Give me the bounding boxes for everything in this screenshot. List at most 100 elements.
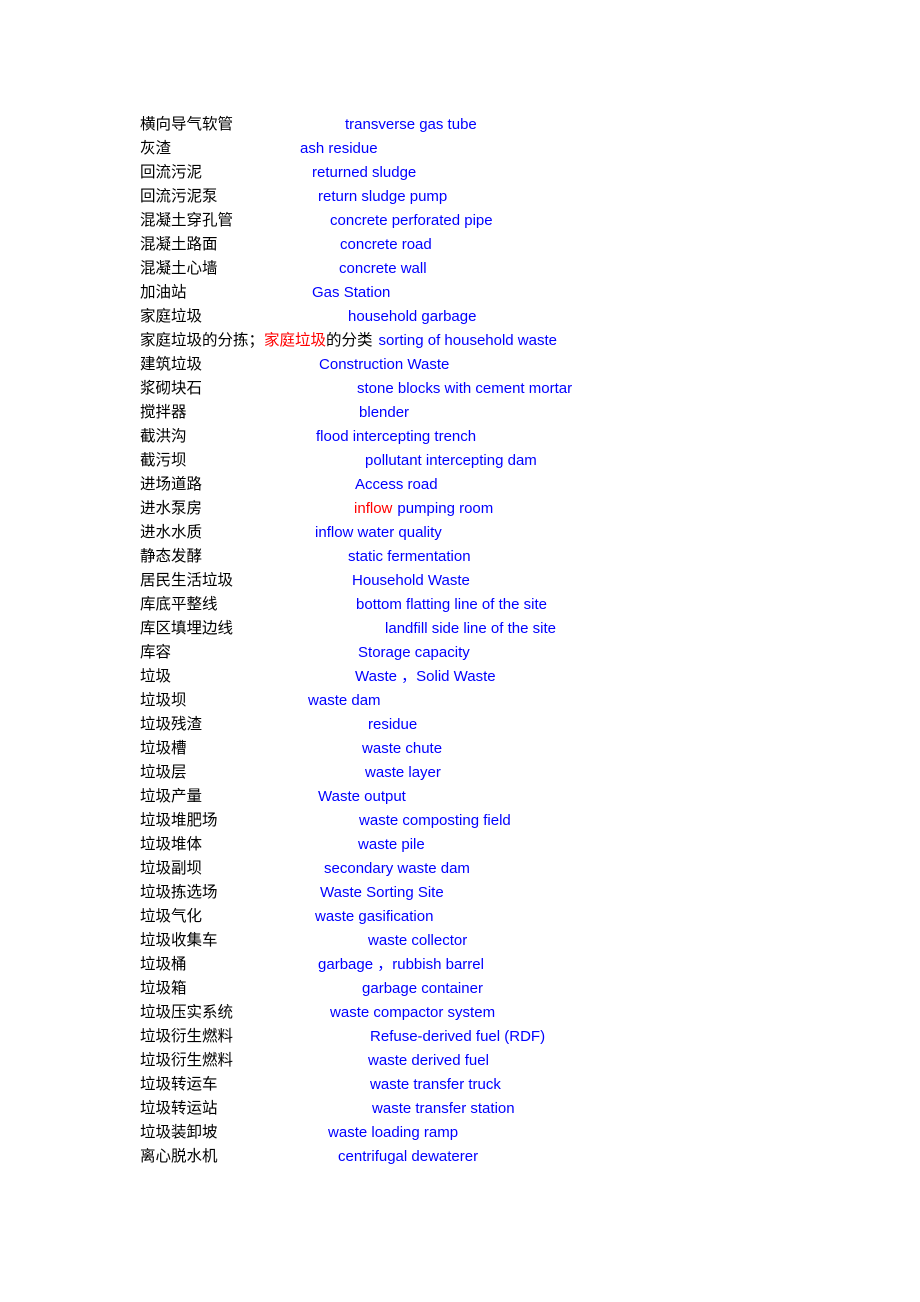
- term-english: Refuse-derived fuel (RDF): [370, 1028, 546, 1045]
- glossary-entry: 垃圾槽 waste chute: [140, 736, 880, 760]
- term-chinese: 截洪沟: [140, 427, 187, 445]
- term-english: Gas Station: [312, 284, 391, 301]
- term-english: household garbage: [348, 308, 477, 325]
- glossary-entry: 垃圾 Waste ，Solid Waste: [140, 664, 880, 688]
- glossary-entry: 混凝土心墙 concrete wall: [140, 256, 880, 280]
- term-english: return sludge pump: [318, 188, 448, 205]
- term-english: waste loading ramp: [328, 1124, 459, 1141]
- term-english: Storage capacity: [358, 644, 470, 661]
- glossary-entry: 垃圾转运车 waste transfer truck: [140, 1072, 880, 1096]
- term-chinese: 回流污泥泵: [140, 187, 218, 205]
- glossary-entry: 浆砌块石 stone blocks with cement mortar: [140, 376, 880, 400]
- term-chinese: 库底平整线: [140, 595, 218, 613]
- glossary-entry: 离心脱水机 centrifugal dewaterer: [140, 1144, 880, 1168]
- term-english: waste gasification: [315, 908, 434, 925]
- term-english: static fermentation: [348, 548, 471, 565]
- term-chinese: 垃圾坝: [140, 691, 187, 709]
- term-english: concrete wall: [339, 260, 427, 277]
- term-english: Waste Sorting Site: [320, 884, 444, 901]
- term-english: Access road: [355, 476, 438, 493]
- glossary-entry: 加油站 Gas Station: [140, 280, 880, 304]
- term-chinese: 垃圾衍生燃料: [140, 1051, 234, 1069]
- term-chinese: 垃圾槽: [140, 739, 187, 757]
- term-chinese: 静态发酵: [140, 547, 203, 565]
- glossary-entry: 横向导气软管 transverse gas tube: [140, 112, 880, 136]
- glossary-entry: 垃圾装卸坡 waste loading ramp: [140, 1120, 880, 1144]
- glossary-entry: 居民生活垃圾 Household Waste: [140, 568, 880, 592]
- term-chinese-highlighted: 家庭垃圾: [264, 331, 327, 349]
- term-english: landfill side line of the site: [385, 620, 556, 637]
- term-english: residue: [368, 716, 418, 733]
- glossary-entry: 截洪沟 flood intercepting trench: [140, 424, 880, 448]
- term-chinese: 垃圾产量: [140, 787, 203, 805]
- term-english: stone blocks with cement mortar: [357, 380, 573, 397]
- term-chinese: 离心脱水机: [140, 1147, 218, 1165]
- term-chinese: 进水水质: [140, 523, 203, 541]
- term-english: waste transfer station: [372, 1100, 515, 1117]
- term-chinese: 垃圾转运车: [140, 1075, 218, 1093]
- term-chinese: 进场道路: [140, 475, 203, 493]
- glossary-entry: 垃圾坝 waste dam: [140, 688, 880, 712]
- glossary-entry: 混凝土路面 concrete road: [140, 232, 880, 256]
- glossary-entry: 搅拌器 blender: [140, 400, 880, 424]
- term-english: waste pile: [358, 836, 425, 853]
- term-chinese: 垃圾箱: [140, 979, 187, 997]
- term-english: waste chute: [362, 740, 443, 757]
- glossary-entry: 垃圾桶 garbage ，rubbish barrel: [140, 952, 880, 976]
- glossary-entry: 静态发酵 static fermentation: [140, 544, 880, 568]
- term-chinese: 垃圾气化: [140, 907, 203, 925]
- term-chinese: 垃圾转运站: [140, 1099, 218, 1117]
- term-english: ash residue: [300, 140, 378, 157]
- term-chinese: 垃圾衍生燃料: [140, 1027, 234, 1045]
- glossary-entry: 回流污泥泵 return sludge pump: [140, 184, 880, 208]
- term-english: sorting of household waste: [378, 332, 557, 349]
- term-english: concrete perforated pipe: [330, 212, 493, 229]
- term-english: waste collector: [368, 932, 468, 949]
- term-english: transverse gas tube: [345, 116, 477, 133]
- term-chinese: 库容: [140, 643, 172, 661]
- term-chinese: 居民生活垃圾: [140, 571, 234, 589]
- term-english: bottom flatting line of the site: [356, 596, 547, 613]
- term-chinese: 垃圾堆体: [140, 835, 203, 853]
- glossary-entry: 垃圾残渣 residue: [140, 712, 880, 736]
- term-chinese: 横向导气软管: [140, 115, 234, 133]
- term-chinese: 截污坝: [140, 451, 187, 469]
- glossary-entry: 建筑垃圾 Construction Waste: [140, 352, 880, 376]
- term-english: garbage ，rubbish barrel: [318, 956, 484, 973]
- term-chinese: 浆砌块石: [140, 379, 203, 397]
- glossary-entry: 进场道路 Access road: [140, 472, 880, 496]
- glossary-entry: 进水水质 inflow water quality: [140, 520, 880, 544]
- term-chinese: 灰渣: [140, 139, 172, 157]
- glossary-entry: 家庭垃圾 household garbage: [140, 304, 880, 328]
- term-chinese: 家庭垃圾的分拣；: [140, 331, 265, 349]
- term-english: secondary waste dam: [324, 860, 470, 877]
- term-english: flood intercepting trench: [316, 428, 477, 445]
- glossary-entry: 进水泵房 inflow pumping room: [140, 496, 880, 520]
- term-english: inflow water quality: [315, 524, 442, 541]
- term-english: waste transfer truck: [370, 1076, 501, 1093]
- glossary-entry: 库容 Storage capacity: [140, 640, 880, 664]
- glossary-entry: 回流污泥 returned sludge: [140, 160, 880, 184]
- term-english: waste derived fuel: [368, 1052, 489, 1069]
- glossary-entry: 垃圾层 waste layer: [140, 760, 880, 784]
- term-chinese: 建筑垃圾: [140, 355, 203, 373]
- glossary-entry: 垃圾拣选场 Waste Sorting Site: [140, 880, 880, 904]
- term-english: returned sludge: [312, 164, 417, 181]
- term-chinese: 库区填埋边线: [140, 619, 234, 637]
- term-english: waste compactor system: [330, 1004, 496, 1021]
- term-chinese: 垃圾收集车: [140, 931, 218, 949]
- term-chinese: 垃圾压实系统: [140, 1003, 234, 1021]
- glossary-entry: 垃圾气化 waste gasification: [140, 904, 880, 928]
- term-english: waste dam: [308, 692, 381, 709]
- term-chinese: 垃圾残渣: [140, 715, 203, 733]
- term-chinese: 进水泵房: [140, 499, 203, 517]
- term-chinese: 混凝土穿孔管: [140, 211, 234, 229]
- term-english-highlighted: inflow: [354, 500, 393, 517]
- glossary-entry: 垃圾转运站 waste transfer station: [140, 1096, 880, 1120]
- glossary-entry: 垃圾衍生燃料 Refuse-derived fuel (RDF): [140, 1024, 880, 1048]
- glossary-entry: 垃圾堆肥场 waste composting field: [140, 808, 880, 832]
- term-english: Waste output: [318, 788, 406, 805]
- glossary-entry: 库底平整线 bottom flatting line of the site: [140, 592, 880, 616]
- term-english: pollutant intercepting dam: [365, 452, 537, 469]
- term-chinese: 搅拌器: [140, 403, 187, 421]
